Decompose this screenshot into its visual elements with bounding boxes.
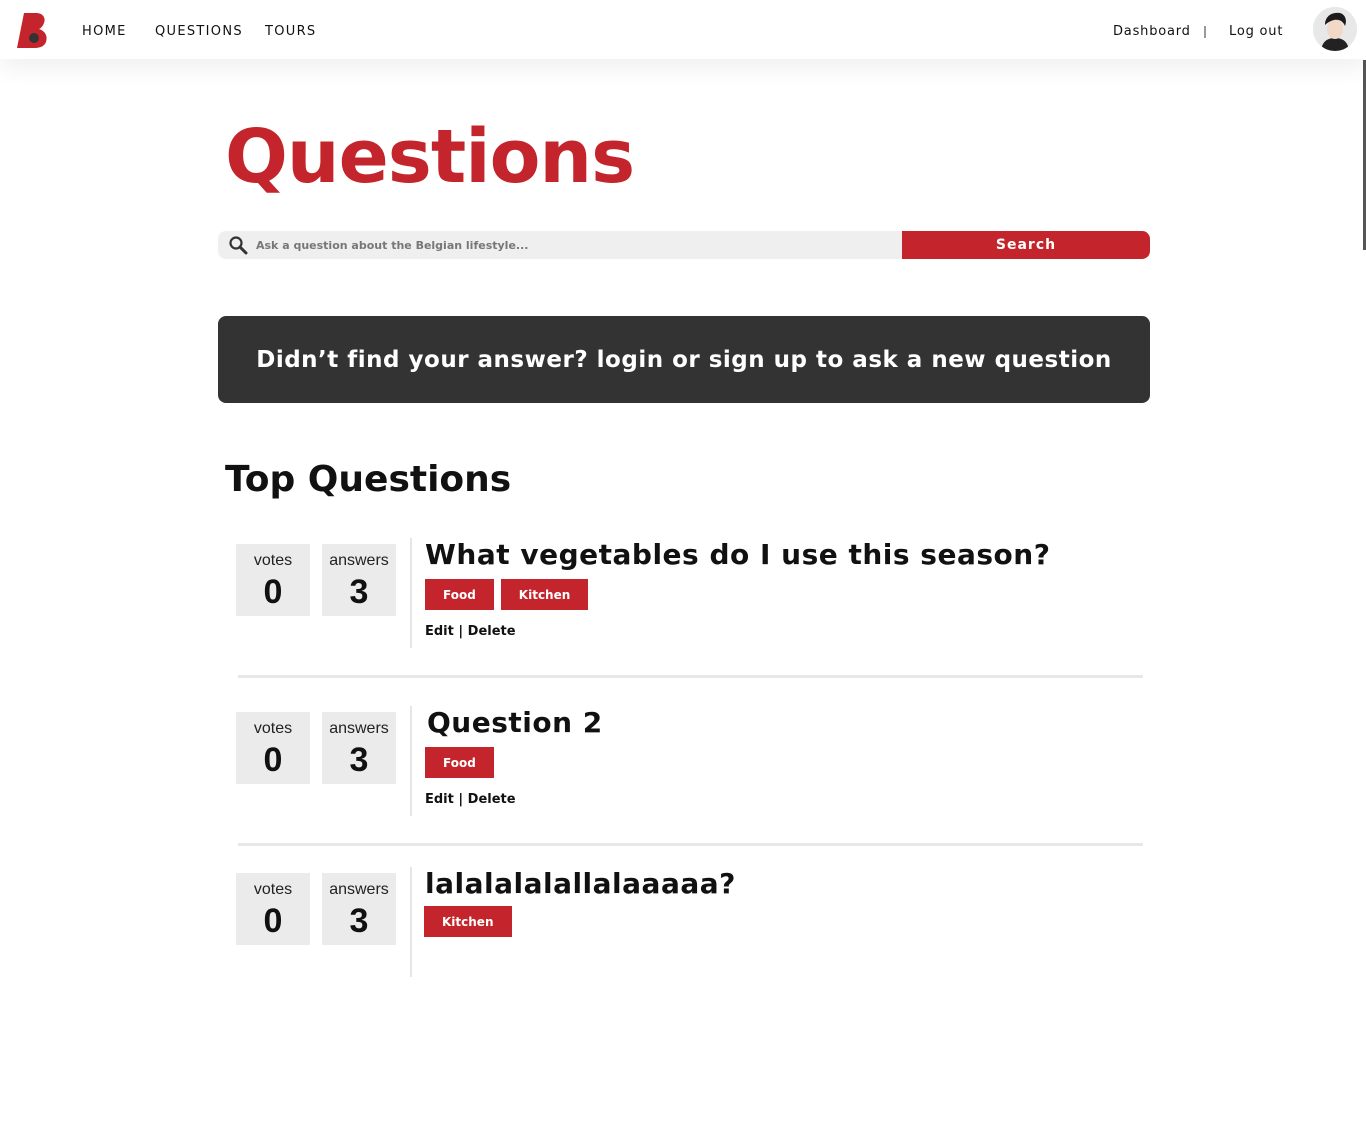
nav-home-link[interactable]: HOME xyxy=(82,24,127,39)
brand-logo[interactable] xyxy=(15,11,49,49)
votes-label: votes xyxy=(253,720,293,737)
action-separator: | xyxy=(458,792,464,807)
answers-box: answers 3 xyxy=(322,544,396,616)
dashboard-link[interactable]: Dashboard xyxy=(1113,24,1191,39)
answers-count: 3 xyxy=(349,741,369,779)
votes-label: votes xyxy=(253,552,293,569)
question-actions: Edit | Delete xyxy=(425,792,516,807)
question-title[interactable]: What vegetables do I use this season? xyxy=(425,538,1050,571)
votes-box: votes 0 xyxy=(236,712,310,784)
tag-food[interactable]: Food xyxy=(425,747,494,778)
search-input[interactable] xyxy=(256,231,896,259)
votes-box: votes 0 xyxy=(236,873,310,945)
answers-count: 3 xyxy=(349,573,369,611)
nav-tours-link[interactable]: TOURS xyxy=(265,24,316,39)
question-title[interactable]: Question 2 xyxy=(427,706,603,739)
nav-questions-link[interactable]: QUESTIONS xyxy=(155,24,243,39)
votes-count: 0 xyxy=(263,741,283,779)
nav-separator xyxy=(1204,26,1206,38)
answers-box: answers 3 xyxy=(322,712,396,784)
vertical-divider xyxy=(410,538,412,648)
question-title[interactable]: lalalalalallalaaaaa? xyxy=(425,867,736,900)
tag-kitchen[interactable]: Kitchen xyxy=(500,579,589,610)
top-navbar: HOME QUESTIONS TOURS Dashboard Log out xyxy=(0,0,1366,59)
search-button[interactable]: Search xyxy=(902,231,1150,259)
row-separator xyxy=(238,843,1143,846)
votes-count: 0 xyxy=(263,573,283,611)
edit-link[interactable]: Edit xyxy=(425,624,454,639)
tag-list: Food xyxy=(425,747,494,778)
banner-text[interactable]: Didn’t find your answer? login or sign u… xyxy=(256,347,1112,373)
tag-kitchen[interactable]: Kitchen xyxy=(424,906,512,937)
vertical-divider xyxy=(410,867,412,977)
answers-box: answers 3 xyxy=(322,873,396,945)
tag-food[interactable]: Food xyxy=(425,579,494,610)
answers-label: answers xyxy=(329,552,389,569)
tag-list: Food Kitchen xyxy=(425,579,589,610)
edit-link[interactable]: Edit xyxy=(425,792,454,807)
tag-list: Kitchen xyxy=(424,906,512,937)
row-separator xyxy=(238,675,1143,678)
vertical-divider xyxy=(410,706,412,816)
section-title: Top Questions xyxy=(225,459,512,500)
logout-link[interactable]: Log out xyxy=(1229,24,1283,39)
votes-box: votes 0 xyxy=(236,544,310,616)
votes-count: 0 xyxy=(263,902,283,940)
action-separator: | xyxy=(458,624,464,639)
search-bar: Search xyxy=(218,231,1150,259)
answers-label: answers xyxy=(329,881,389,898)
ask-question-banner: Didn’t find your answer? login or sign u… xyxy=(218,316,1150,403)
votes-label: votes xyxy=(253,881,293,898)
page-title: Questions xyxy=(225,114,635,200)
delete-link[interactable]: Delete xyxy=(468,792,516,807)
answers-label: answers xyxy=(329,720,389,737)
answers-count: 3 xyxy=(349,902,369,940)
user-avatar[interactable] xyxy=(1313,7,1357,51)
delete-link[interactable]: Delete xyxy=(468,624,516,639)
question-actions: Edit | Delete xyxy=(425,624,516,639)
search-icon xyxy=(229,236,248,255)
